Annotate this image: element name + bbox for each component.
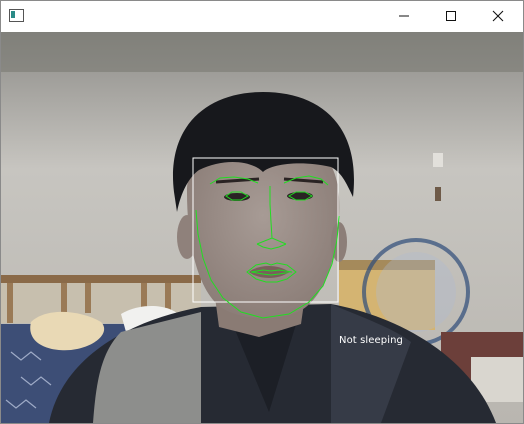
bed-headboard — [1, 275, 201, 283]
close-icon — [492, 10, 504, 22]
app-icon — [9, 9, 24, 22]
app-window: Not sleeping — [0, 0, 524, 424]
sleep-status-label: Not sleeping — [339, 335, 404, 346]
camera-feed: Not sleeping — [1, 32, 523, 423]
minimize-button[interactable] — [381, 1, 427, 31]
wall-switch — [433, 153, 443, 167]
minimize-icon — [399, 15, 409, 17]
maximize-button[interactable] — [428, 1, 474, 31]
webcam-frame — [1, 32, 523, 423]
title-bar[interactable] — [1, 1, 523, 31]
wall-hook — [435, 187, 441, 201]
close-button[interactable] — [475, 1, 521, 31]
maximize-icon — [446, 11, 456, 21]
